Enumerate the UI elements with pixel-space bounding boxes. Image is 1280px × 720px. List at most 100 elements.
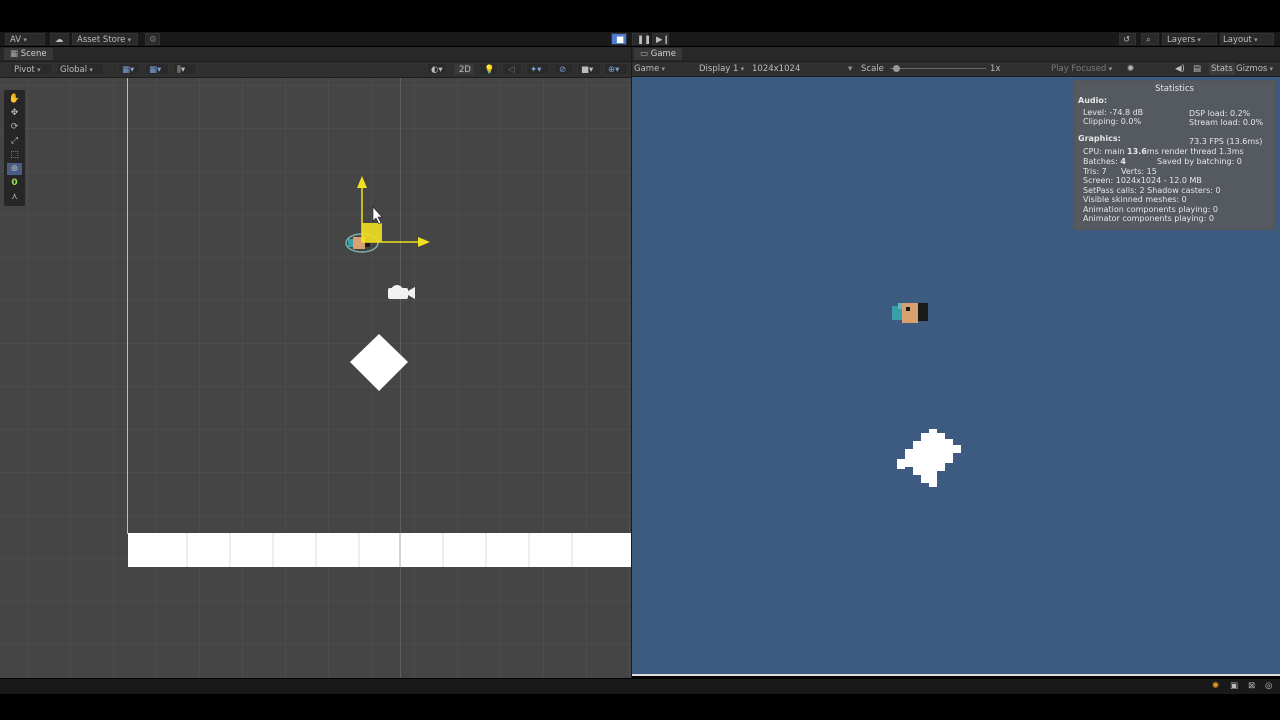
audio-clipping: Clipping: 0.0% bbox=[1083, 117, 1142, 126]
account-dropdown[interactable]: AV bbox=[5, 33, 45, 45]
settings-button[interactable]: ⚙ bbox=[145, 33, 160, 45]
play-button[interactable]: ■ bbox=[611, 33, 627, 45]
pivot-dropdown[interactable]: Pivot bbox=[10, 63, 53, 75]
player-sprite-game bbox=[892, 303, 928, 323]
status-bar: ✺ ▣ ⊠ ◎ bbox=[0, 679, 1280, 694]
scene-tab-label: Scene bbox=[20, 49, 47, 59]
move-tool-icon[interactable]: ✥ bbox=[7, 107, 22, 119]
mode-2d-label: 2D bbox=[459, 65, 471, 75]
scene-toolbar: Pivot Global ▦▾ ▦▾ ⫼▾ ◐▾ 2D 💡 ◁ ✦▾ ⊘ ■▾ … bbox=[0, 62, 631, 78]
history-button[interactable]: ↺ bbox=[1119, 33, 1136, 45]
statistics-title: Statistics bbox=[1155, 84, 1194, 94]
effects-icon: ✦▾ bbox=[530, 65, 542, 75]
search-icon: ⌕ bbox=[1146, 35, 1151, 45]
transform-tool-icon[interactable]: ⊛ bbox=[7, 163, 22, 175]
game-tab-label: Game bbox=[650, 49, 677, 59]
skinned-meshes-readout: Visible skinned meshes: 0 bbox=[1083, 195, 1187, 204]
step-icon: ▶❙ bbox=[656, 35, 670, 45]
tab-game[interactable]: ▭ Game bbox=[634, 48, 683, 60]
shading-mode-button[interactable]: ◐▾ bbox=[427, 63, 447, 75]
diamond-sprite bbox=[350, 334, 408, 391]
grid-snap-button[interactable]: ▦▾ bbox=[118, 63, 140, 75]
gizmos-toggle-button[interactable]: ⊕▾ bbox=[604, 63, 628, 75]
sphere-icon: ◐▾ bbox=[431, 65, 443, 75]
bug-icon[interactable]: ✺ bbox=[1127, 63, 1134, 75]
cpu-main-value: 13.6 bbox=[1127, 147, 1147, 156]
scale-tool-icon[interactable]: ⤢ bbox=[7, 135, 22, 147]
custom-tool-icon[interactable]: ⋏ bbox=[7, 191, 22, 203]
audio-level: Level: -74.8 dB bbox=[1083, 108, 1144, 117]
asset-store-dropdown[interactable]: Asset Store bbox=[72, 33, 138, 45]
gear-icon: ⚙ bbox=[149, 35, 157, 45]
asset-store-label: Asset Store bbox=[77, 34, 131, 46]
scale-label: Scale bbox=[861, 64, 884, 74]
game-view-dropdown[interactable]: Game bbox=[634, 63, 665, 75]
gizmos-dropdown[interactable]: Gizmos bbox=[1236, 63, 1273, 75]
cloud-icon: ☁ bbox=[55, 35, 64, 45]
hidden-objects-button[interactable]: ⊘ bbox=[554, 63, 574, 75]
move-gizmo bbox=[357, 176, 430, 247]
align-icon: ⫼▾ bbox=[177, 65, 186, 75]
toggle-2d-button[interactable]: 2D bbox=[454, 63, 474, 75]
play-mode-dropdown[interactable]: Play Focused bbox=[1051, 63, 1112, 75]
grid-snap-icon: ▦▾ bbox=[122, 65, 135, 75]
dsp-load: DSP load: 0.2% bbox=[1189, 109, 1251, 118]
camera-gizmo-icon bbox=[388, 285, 415, 299]
package-status-icon[interactable]: ▣ bbox=[1230, 680, 1238, 692]
layers-dropdown[interactable]: Layers bbox=[1162, 33, 1217, 45]
fps-readout: 73.3 FPS (13.6ms) bbox=[1189, 137, 1263, 146]
display-dropdown[interactable]: Display 1 bbox=[699, 63, 744, 75]
play-stop-icon: ■ bbox=[616, 35, 625, 45]
step-button[interactable]: ▶❙ bbox=[652, 33, 670, 45]
lighting-button[interactable]: 💡 bbox=[478, 63, 498, 75]
batches-prefix: Batches: bbox=[1083, 157, 1121, 166]
lighting-status-icon[interactable]: ✺ bbox=[1212, 680, 1219, 692]
scale-slider-track[interactable] bbox=[890, 68, 986, 69]
audio-icon: ◁ bbox=[508, 65, 515, 75]
scale-slider-handle[interactable] bbox=[893, 65, 900, 72]
scene-tab-bar: ▦ Scene bbox=[0, 47, 631, 62]
audio-button[interactable]: ◁ bbox=[502, 63, 522, 75]
search-button[interactable]: ⌕ bbox=[1141, 33, 1159, 45]
scale-value: 1x bbox=[990, 64, 1001, 74]
game-toolbar: Game Display 1 1024x1024 ▾ Scale 1x Play… bbox=[632, 62, 1280, 77]
tool-palette: ✋ ✥ ⟳ ⤢ ⬚ ⊛ 0 ⋏ bbox=[4, 90, 25, 206]
tool-counter: 0 bbox=[11, 178, 18, 188]
global-dropdown[interactable]: Global bbox=[56, 63, 104, 75]
ground-platform bbox=[128, 533, 631, 567]
graphics-header: Graphics: bbox=[1078, 134, 1121, 143]
network-status-icon[interactable]: ⊠ bbox=[1248, 680, 1255, 692]
gamepad-icon: ▭ bbox=[640, 49, 651, 59]
pause-button[interactable]: ❚❚ bbox=[632, 33, 651, 45]
mute-audio-icon[interactable]: ◀) bbox=[1175, 63, 1185, 75]
layout-dropdown[interactable]: Layout bbox=[1220, 33, 1274, 45]
history-icon: ↺ bbox=[1123, 35, 1131, 45]
effects-button[interactable]: ✦▾ bbox=[526, 63, 550, 75]
setpass-readout: SetPass calls: 2 Shadow casters: 0 bbox=[1083, 186, 1221, 195]
align-button[interactable]: ⫼▾ bbox=[173, 63, 197, 75]
scene-viewport[interactable] bbox=[0, 78, 631, 678]
rotate-tool-icon[interactable]: ⟳ bbox=[7, 121, 22, 133]
game-tab-bar: ▭ Game bbox=[632, 47, 1280, 62]
grid-icon: ▦ bbox=[10, 49, 21, 59]
cpu-readout: CPU: main 13.6ms render thread 1.3ms bbox=[1083, 147, 1244, 156]
resolution-dropdown[interactable]: 1024x1024 bbox=[752, 63, 800, 75]
mouse-cursor-icon bbox=[372, 206, 383, 225]
stats-button[interactable]: Stats bbox=[1209, 63, 1235, 75]
snap-increment-icon: ▦▾ bbox=[149, 65, 162, 75]
snap-increment-button[interactable]: ▦▾ bbox=[145, 63, 169, 75]
cpu-suffix: ms render thread 1.3ms bbox=[1146, 147, 1244, 156]
tris-readout: Tris: 7 bbox=[1083, 167, 1107, 176]
camera-settings-button[interactable]: ■▾ bbox=[577, 63, 601, 75]
tab-scene[interactable]: ▦ Scene bbox=[4, 48, 53, 60]
rect-tool-icon[interactable]: ⬚ bbox=[7, 149, 22, 161]
main-toolbar: AV ☁ Asset Store ⚙ ■ ❚❚ ▶❙ ↺ ⌕ Layers La… bbox=[0, 32, 1280, 46]
diamond-sprite-game bbox=[897, 429, 961, 487]
check-status-icon[interactable]: ◎ bbox=[1265, 680, 1272, 692]
hand-tool-icon[interactable]: ✋ bbox=[7, 93, 22, 105]
stream-load: Stream load: 0.0% bbox=[1189, 118, 1264, 127]
cloud-button[interactable]: ☁ bbox=[50, 33, 69, 45]
statistics-panel: Statistics Audio: Level: -74.8 dB Clippi… bbox=[1074, 80, 1275, 230]
global-label: Global bbox=[60, 64, 93, 76]
layers-label: Layers bbox=[1167, 34, 1201, 46]
